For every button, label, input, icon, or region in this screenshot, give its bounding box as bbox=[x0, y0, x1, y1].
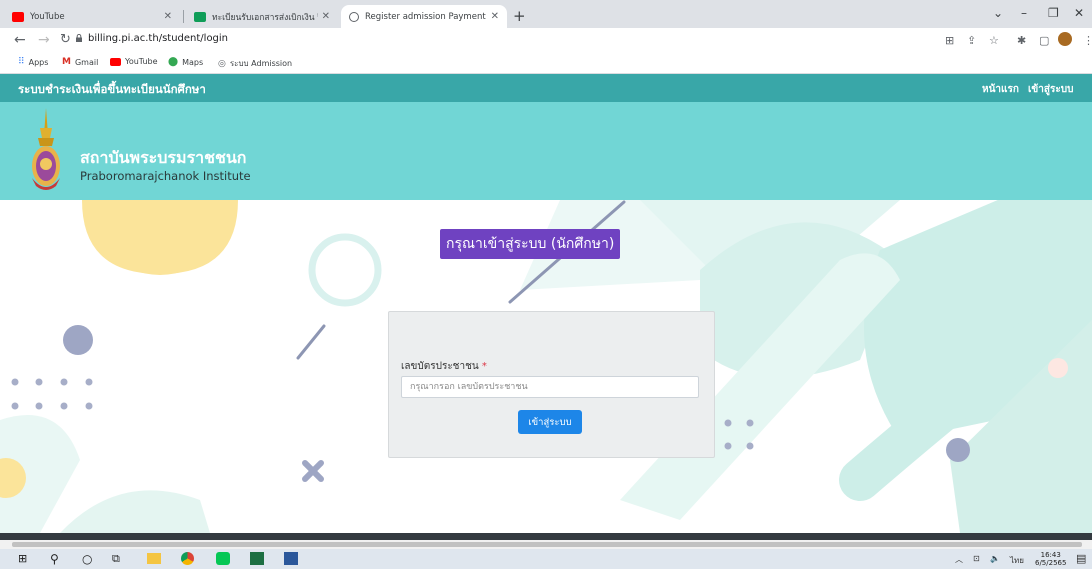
tab-register-payment[interactable]: Register admission Payment ✕ bbox=[341, 5, 507, 28]
gmail-icon: M bbox=[62, 57, 71, 67]
file-explorer-icon[interactable] bbox=[147, 553, 161, 564]
lock-icon[interactable] bbox=[76, 34, 82, 42]
horizontal-scrollbar[interactable] bbox=[0, 540, 1092, 549]
input-language[interactable]: ไทย bbox=[1010, 554, 1024, 567]
globe-icon bbox=[349, 11, 359, 22]
bookmark-gmail[interactable]: M Gmail bbox=[62, 57, 98, 67]
reload-icon[interactable]: ↻ bbox=[60, 32, 71, 47]
system-clock[interactable]: 16:43 6/5/2565 bbox=[1035, 551, 1066, 567]
browser-tab-bar: YouTube ✕ ทะเบียนรับเอกสารส่งเบิกเงิน ปี… bbox=[0, 0, 1092, 28]
share-icon[interactable]: ⇪ bbox=[967, 34, 976, 47]
tab-youtube[interactable]: YouTube ✕ bbox=[4, 5, 180, 28]
minimize-icon[interactable]: – bbox=[1021, 6, 1027, 20]
site-navbar: ระบบชำระเงินเพื่อขึ้นทะเบียนนักศึกษา หน้… bbox=[0, 74, 1092, 102]
scrollbar-thumb[interactable] bbox=[12, 542, 1082, 547]
notifications-icon[interactable]: ▤ bbox=[1076, 552, 1086, 565]
sheets-icon bbox=[194, 11, 206, 22]
bookmark-apps[interactable]: ⠿ Apps bbox=[18, 57, 48, 67]
login-card: เลขบัตรประชาชน * เข้าสู่ระบบ bbox=[388, 311, 715, 458]
bookmark-youtube[interactable]: YouTube bbox=[110, 57, 158, 66]
nav-login-link[interactable]: เข้าสู่ระบบ bbox=[1028, 82, 1073, 97]
line-app-icon[interactable] bbox=[216, 552, 230, 565]
site-title[interactable]: ระบบชำระเงินเพื่อขึ้นทะเบียนนักศึกษา bbox=[18, 81, 206, 99]
clock-time: 16:43 bbox=[1040, 551, 1061, 559]
institute-banner: สถาบันพระบรมราชชนก Praboromarajchanok In… bbox=[0, 102, 1092, 200]
clock-date: 6/5/2565 bbox=[1035, 559, 1067, 567]
windows-taskbar: ⊞ ⚲ ○ ⧉ ︿ ⊡ 🔈 ไทย 16:43 6/5/2565 ▤ bbox=[0, 549, 1092, 569]
translate-icon[interactable]: ⊞ bbox=[945, 34, 954, 47]
url-field[interactable]: billing.pi.ac.th/student/login bbox=[88, 33, 228, 44]
required-mark: * bbox=[481, 361, 487, 372]
windows-start-icon[interactable]: ⊞ bbox=[18, 552, 27, 565]
tab-search-icon[interactable]: ⌄ bbox=[993, 6, 1003, 20]
excel-icon[interactable] bbox=[250, 552, 264, 565]
login-heading: กรุณาเข้าสู่ระบบ (นักศึกษา) bbox=[440, 229, 621, 259]
youtube-icon bbox=[12, 11, 24, 22]
forward-icon[interactable]: → bbox=[38, 32, 50, 48]
login-button[interactable]: เข้าสู่ระบบ bbox=[518, 410, 582, 434]
bookmarks-bar: ⠿ Apps M Gmail YouTube ⬤ Maps ◎ ระบบ Admissi… bbox=[0, 54, 1092, 74]
youtube-icon bbox=[110, 57, 121, 66]
sidepanel-icon[interactable]: ▢ bbox=[1039, 34, 1049, 47]
bookmark-admission[interactable]: ◎ ระบบ Admission bbox=[218, 57, 292, 70]
apps-grid-icon: ⠿ bbox=[18, 57, 25, 67]
bookmark-star-icon[interactable]: ☆ bbox=[989, 34, 999, 47]
extensions-icon[interactable]: ✱ bbox=[1017, 34, 1026, 47]
close-tab-icon[interactable]: ✕ bbox=[164, 11, 172, 22]
tab-registry-sheet[interactable]: ทะเบียนรับเอกสารส่งเบิกเงิน ปีงบประมาณ ✕ bbox=[186, 5, 338, 28]
globe-icon: ◎ bbox=[218, 58, 226, 69]
institute-name-english: Praboromarajchanok Institute bbox=[80, 169, 251, 183]
menu-kebab-icon[interactable]: ⋮ bbox=[1083, 34, 1092, 47]
task-view-icon[interactable]: ⧉ bbox=[112, 552, 120, 566]
back-icon[interactable]: ← bbox=[14, 32, 26, 48]
network-icon[interactable]: ⊡ bbox=[973, 554, 980, 563]
institute-name-thai: สถาบันพระบรมราชชนก bbox=[80, 148, 247, 167]
close-tab-icon[interactable]: ✕ bbox=[322, 11, 330, 22]
restore-icon[interactable]: ❐ bbox=[1048, 6, 1059, 20]
search-icon[interactable]: ⚲ bbox=[50, 552, 59, 566]
maps-pin-icon: ⬤ bbox=[168, 57, 179, 67]
volume-icon[interactable]: 🔈 bbox=[990, 554, 1000, 563]
close-tab-icon[interactable]: ✕ bbox=[491, 11, 499, 22]
tab-separator bbox=[183, 10, 184, 23]
word-icon[interactable] bbox=[284, 552, 298, 565]
profile-avatar[interactable] bbox=[1058, 32, 1072, 46]
id-card-label: เลขบัตรประชาชน * bbox=[401, 361, 487, 372]
bookmark-maps[interactable]: ⬤ Maps bbox=[168, 57, 203, 67]
tray-overflow-icon[interactable]: ︿ bbox=[955, 554, 963, 565]
site-footer bbox=[0, 533, 1092, 540]
new-tab-button[interactable]: + bbox=[513, 7, 526, 25]
chrome-icon[interactable] bbox=[181, 552, 194, 565]
cortana-icon[interactable]: ○ bbox=[82, 552, 92, 566]
nav-home-link[interactable]: หน้าแรก bbox=[982, 82, 1019, 97]
close-window-icon[interactable]: ✕ bbox=[1074, 6, 1084, 20]
institute-emblem-icon bbox=[32, 108, 60, 190]
id-card-input[interactable] bbox=[401, 376, 699, 398]
